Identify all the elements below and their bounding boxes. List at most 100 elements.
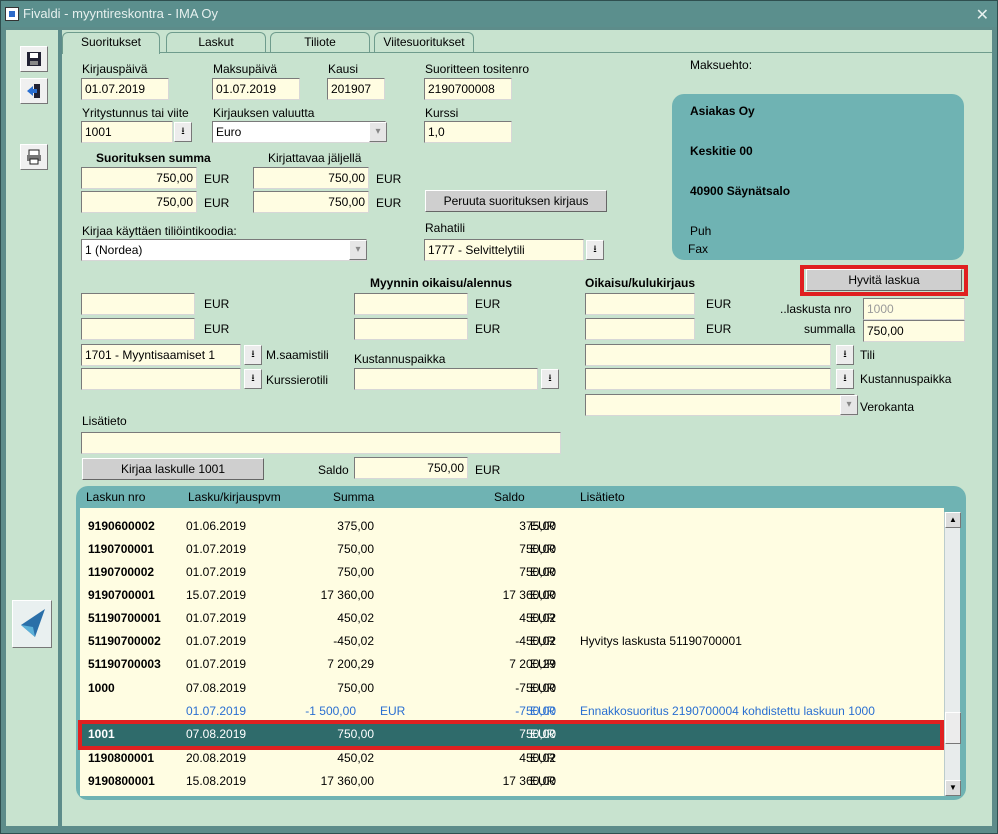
- row-date: 01.07.2019: [186, 704, 247, 718]
- eur-label: EUR: [706, 297, 732, 311]
- chevron-down-icon[interactable]: ▾: [840, 395, 858, 415]
- summalla-field[interactable]: 750,00: [863, 320, 965, 342]
- maksupaiva-field[interactable]: 01.07.2019: [212, 78, 300, 100]
- oikaisu-kulukirjaus-label: Oikaisu/kulukirjaus: [585, 276, 696, 290]
- peruuta-button[interactable]: Peruuta suorituksen kirjaus: [425, 190, 607, 212]
- row-currency: EUR: [530, 751, 556, 765]
- myynnin-amount-field-1[interactable]: [354, 293, 468, 315]
- summa-field-2[interactable]: 750,00: [81, 191, 197, 213]
- oikaisu-amount-field-1[interactable]: [585, 293, 695, 315]
- scroll-thumb[interactable]: [945, 712, 961, 744]
- column-header-laskun-nro[interactable]: Laskun nro: [86, 490, 145, 504]
- tosite-field[interactable]: 2190700008: [424, 78, 512, 100]
- table-row[interactable]: 1190700001 01.07.2019 750,00 750,00 EUR: [80, 538, 944, 561]
- saamistili-lookup-icon[interactable]: ⭳: [244, 345, 262, 365]
- kirjauspaiva-field[interactable]: 01.07.2019: [81, 78, 169, 100]
- kausi-field[interactable]: 201907: [327, 78, 385, 100]
- tab-laskut[interactable]: Laskut: [166, 32, 266, 52]
- eur-label: EUR: [475, 322, 501, 336]
- customer-name: Asiakas Oy: [690, 104, 755, 118]
- amount-field-2[interactable]: [81, 318, 195, 340]
- lisatieto-label: Lisätieto: [82, 414, 127, 428]
- row-amount: 450,02: [337, 611, 374, 625]
- kustannuspaikka2-field[interactable]: [585, 368, 831, 390]
- amount-field-1[interactable]: [81, 293, 195, 315]
- print-icon[interactable]: [20, 144, 48, 170]
- tili-field[interactable]: [585, 344, 831, 366]
- row-date: 15.08.2019: [186, 774, 247, 788]
- exit-icon[interactable]: [20, 78, 48, 104]
- table-row[interactable]: 51190700001 01.07.2019 450,02 450,02 EUR: [80, 607, 944, 630]
- row-amount: 750,00: [337, 681, 374, 695]
- column-header-saldo[interactable]: Saldo: [494, 490, 525, 504]
- grid-scrollbar[interactable]: ▲ ▼: [944, 512, 961, 796]
- rahatili-field[interactable]: 1777 - Selvittelytili: [424, 239, 584, 261]
- window-title: Fivaldi - myyntireskontra - IMA Oy: [23, 6, 219, 21]
- table-row[interactable]: 9190600002 01.06.2019 375,00 375,00 EUR: [80, 515, 944, 538]
- yritys-field[interactable]: 1001: [81, 121, 173, 143]
- customer-fax-label: Fax: [688, 242, 709, 256]
- row-invoice-number: 51190700003: [88, 657, 161, 671]
- table-row[interactable]: 1000 07.08.2019 750,00 -750,00 EUR: [80, 677, 944, 700]
- close-icon[interactable]: ✕: [976, 3, 989, 29]
- valuutta-label: Kirjauksen valuutta: [213, 106, 315, 120]
- jaljella-field-2: 750,00: [253, 191, 369, 213]
- row-amount: -450,02: [333, 634, 374, 648]
- kustannuspaikka2-lookup-icon[interactable]: ⭳: [836, 369, 854, 389]
- kustannuspaikka-field[interactable]: [354, 368, 538, 390]
- column-header-summa[interactable]: Summa: [333, 490, 374, 504]
- column-header-lisatieto[interactable]: Lisätieto: [580, 490, 625, 504]
- verokanta-select[interactable]: [585, 394, 855, 416]
- eur-label: EUR: [204, 196, 230, 210]
- tili-lookup-icon[interactable]: ⭳: [836, 345, 854, 365]
- verokanta-label: Verokanta: [860, 400, 915, 414]
- kurssierotili-field[interactable]: [81, 368, 241, 390]
- table-row[interactable]: 1190700002 01.07.2019 750,00 750,00 EUR: [80, 561, 944, 584]
- jaljella-label: Kirjattavaa jäljellä: [268, 151, 362, 165]
- summa-field-1[interactable]: 750,00: [81, 167, 197, 189]
- chevron-down-icon[interactable]: ▾: [349, 240, 367, 260]
- row-invoice-number: 51190700002: [88, 634, 161, 648]
- valuutta-select[interactable]: Euro: [212, 121, 386, 143]
- row-invoice-number: 1190800001: [88, 751, 155, 765]
- tab-tiliote[interactable]: Tiliote: [270, 32, 370, 52]
- left-toolbar: [6, 30, 58, 826]
- fivaldi-logo[interactable]: [12, 600, 52, 648]
- tab-suoritukset[interactable]: Suoritukset: [62, 32, 160, 54]
- column-header-pvm[interactable]: Lasku/kirjauspvm: [188, 490, 281, 504]
- table-row[interactable]: 51190700003 01.07.2019 7 200,29 7 200,29…: [80, 653, 944, 676]
- kurssierotili-lookup-icon[interactable]: ⭳: [244, 369, 262, 389]
- eur-label: EUR: [376, 196, 402, 210]
- lisatieto-field[interactable]: [81, 432, 561, 454]
- table-row[interactable]: 1190800001 20.08.2019 450,02 450,02 EUR: [80, 747, 944, 770]
- saldo-field: 750,00: [354, 457, 468, 479]
- tab-viitesuoritukset[interactable]: Viitesuoritukset: [374, 32, 474, 52]
- oikaisu-amount-field-2[interactable]: [585, 318, 695, 340]
- eur-label: EUR: [204, 322, 230, 336]
- row-invoice-number: 1000: [88, 681, 115, 695]
- tili-label: Tili: [860, 348, 875, 362]
- eur-label: EUR: [204, 172, 230, 186]
- scroll-down-icon[interactable]: ▼: [945, 780, 961, 796]
- rahatili-lookup-icon[interactable]: ⭳: [586, 240, 604, 260]
- scroll-up-icon[interactable]: ▲: [945, 512, 961, 528]
- table-row[interactable]: 51190700002 01.07.2019 -450,02 -450,02 E…: [80, 630, 944, 653]
- table-row[interactable]: 9190800001 15.08.2019 17 360,00 17 360,0…: [80, 770, 944, 793]
- row-currency: EUR: [530, 611, 556, 625]
- laskusta-field[interactable]: 1000: [863, 298, 965, 320]
- kustannuspaikka-lookup-icon[interactable]: ⭳: [541, 369, 559, 389]
- tab-divider: [62, 52, 992, 53]
- myynnin-amount-field-2[interactable]: [354, 318, 468, 340]
- app-icon: [5, 7, 19, 21]
- table-row[interactable]: 9190700001 15.07.2019 17 360,00 17 360,0…: [80, 584, 944, 607]
- save-icon[interactable]: [20, 46, 48, 72]
- tiliointikoodi-label: Kirjaa käyttäen tiliöintikoodia:: [82, 224, 237, 238]
- kurssi-field[interactable]: 1,0: [424, 121, 512, 143]
- tiliointikoodi-select[interactable]: 1 (Nordea): [81, 239, 367, 261]
- row-invoice-number: 9190600002: [88, 519, 155, 533]
- yritys-lookup-icon[interactable]: ⭳: [174, 122, 192, 142]
- chevron-down-icon[interactable]: ▾: [369, 122, 387, 142]
- kirjaa-laskulle-button[interactable]: Kirjaa laskulle 1001: [82, 458, 264, 480]
- row-date: 01.07.2019: [186, 634, 247, 648]
- saamistili-field[interactable]: 1701 - Myyntisaamiset 1: [81, 344, 241, 366]
